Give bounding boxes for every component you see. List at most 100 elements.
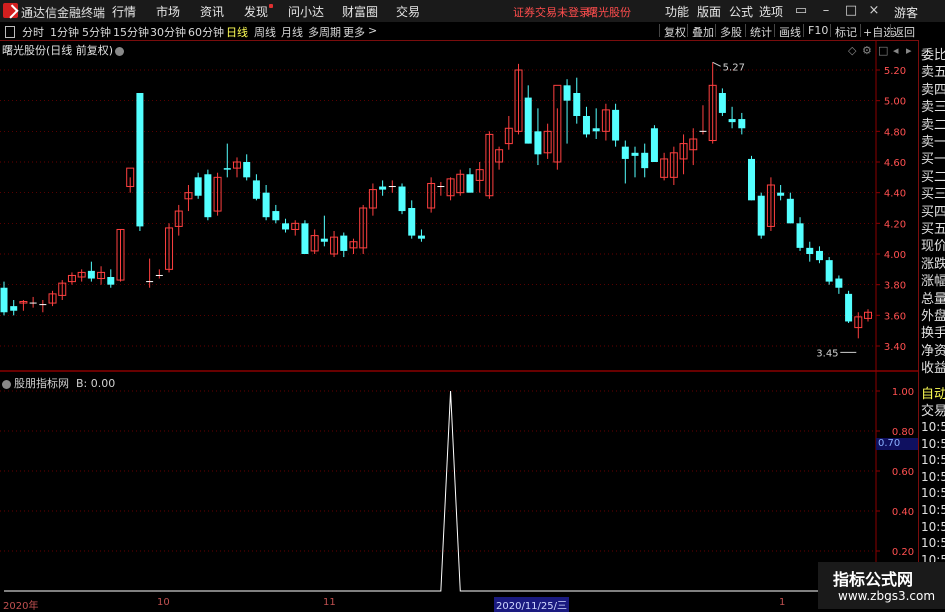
candle-body-down [777,192,785,196]
indicator-title[interactable]: 股朋指标网 B: 0.00 [2,375,115,391]
candle-body-down [301,223,309,254]
price-axis: 5.20 5.00 4.80 4.60 4.40 4.20 4.00 3.80 3.60 3.40… [884,66,914,558]
candle-body-down [379,186,387,190]
candle-body-down [87,270,95,279]
candle-body-down [796,223,804,248]
max-pointer [712,61,721,67]
price-tick-label: 3.40 [884,342,906,353]
date-label: 2020年 [3,601,39,612]
price-tick-label: 4.00 [884,250,906,261]
indicator-dropdown-icon[interactable] [2,379,11,389]
candle-body-down [417,235,425,239]
candle-body-down [282,223,290,230]
quote-field-label: 现价 [921,239,945,255]
date-label-highlight: 2020/11/25/三 [494,597,570,612]
date-label: 10 [157,597,170,608]
ind-tick-label: 0.20 [892,547,914,558]
candle-body-down [728,119,736,123]
candle-body-down [204,174,212,218]
candle-body-down [748,158,756,201]
candle-body-down [573,93,581,116]
quote-field-label: 卖五 [921,65,945,81]
quote-field-label: 外盘 [921,309,945,324]
tick-time: 10:52 [921,486,945,501]
quote-field-label: 净资 [921,343,945,359]
candle-body-down [815,250,823,261]
indicator-value: B: 0.00 [76,377,116,390]
quote-field-label: 收益 [921,361,945,377]
candle-body-down [757,195,765,236]
candle-body-down [845,293,853,322]
price-tick-label: 5.20 [884,66,906,77]
tick-time: 10:52 [921,503,945,517]
quote-field-label: 买三 [921,187,945,203]
quote-sidebar: 委比 卖五 卖四 卖三 卖二 卖一 买一 买二 买三 买四 买五 现价 涨跌 涨幅 总量 外盘 换手 净资 收益 自动… [918,40,945,609]
candle-body-down [0,287,8,313]
ind-tick-label: 1.00 [892,387,914,398]
candle-body-down [136,93,144,227]
candle-body-down [612,109,620,141]
quote-field-label: 涨幅 [921,274,945,290]
candle-body-down [398,186,406,212]
ind-tick-label: 0.80 [892,427,914,438]
quote-field-label: 买一 [921,152,945,168]
quote-field-label: 卖二 [921,117,945,133]
candle-body-down [786,198,794,224]
candle-body-down [107,277,115,285]
tick-time: 10:51 [921,469,945,484]
price-tick-label: 4.80 [884,127,906,138]
candle-body-down [534,131,542,155]
candle-body-down [650,128,658,162]
candle-body-down [563,85,571,101]
watermark-url: www.zbgs3.com [838,589,936,603]
quote-field-label: 卖四 [921,82,945,98]
tick-time: 10:52 [921,536,945,551]
candle-body-down [466,174,474,193]
candle-body-down [272,211,280,221]
ind-tick-label: 0.40 [892,507,914,518]
candle-body-down [641,152,649,169]
candle-body-down [621,146,629,159]
quote-field-label: 买五 [921,222,945,237]
price-tick-label: 4.20 [884,219,906,230]
quote-field-label: 涨跌 [921,256,945,272]
price-tick-label: 3.60 [884,311,906,322]
quote-field-label: 换手 [921,326,945,342]
kline-chart[interactable]: 5.27 3.45 5.20 5.00 4.80 4.60 4.40 4.20 4.00 3.8… [0,0,918,609]
candles: 5.27 3.45 [0,61,872,359]
tick-time: 10:51 [921,453,945,468]
tick-time: 10:52 [921,519,945,534]
date-label: 1 [779,597,786,608]
tick-time: 10:51 [921,436,945,451]
indicator-plot [4,390,868,592]
candle-body-down [718,93,726,113]
candle-body-down [408,208,416,236]
quote-field-label: 委比 [921,48,945,63]
indicator-line-b [4,390,868,592]
indicator-name: 股朋指标网 [14,377,69,390]
candle-body-down [243,162,251,178]
candle-body-down [631,152,639,156]
candle-body-down [825,260,833,282]
candle-body-down [738,119,746,129]
ind-tick-label: 0.60 [892,467,914,478]
price-tick-label: 4.60 [884,158,906,169]
candle-body-down [10,306,18,311]
candle-body-down [592,128,600,132]
tick-time: 10:51 [921,420,945,434]
price-tick-label: 4.40 [884,189,906,200]
candle-body-down [223,168,231,170]
tab-trade[interactable]: 交易 [921,400,945,419]
candle-body-down [262,192,270,218]
date-label: 11 [323,597,336,608]
quote-field-label: 卖一 [921,135,945,150]
candle-body-down [524,97,532,144]
candle-body-down [806,247,814,254]
price-tick-label: 3.80 [884,281,906,292]
candle-body-down [320,238,328,242]
price-tick-label: 5.00 [884,97,906,108]
candle-body-down [582,116,590,135]
candle-body-down [194,177,202,196]
quote-field-label: 卖三 [921,100,945,116]
indicator-current-value: 0.70 [876,438,920,450]
